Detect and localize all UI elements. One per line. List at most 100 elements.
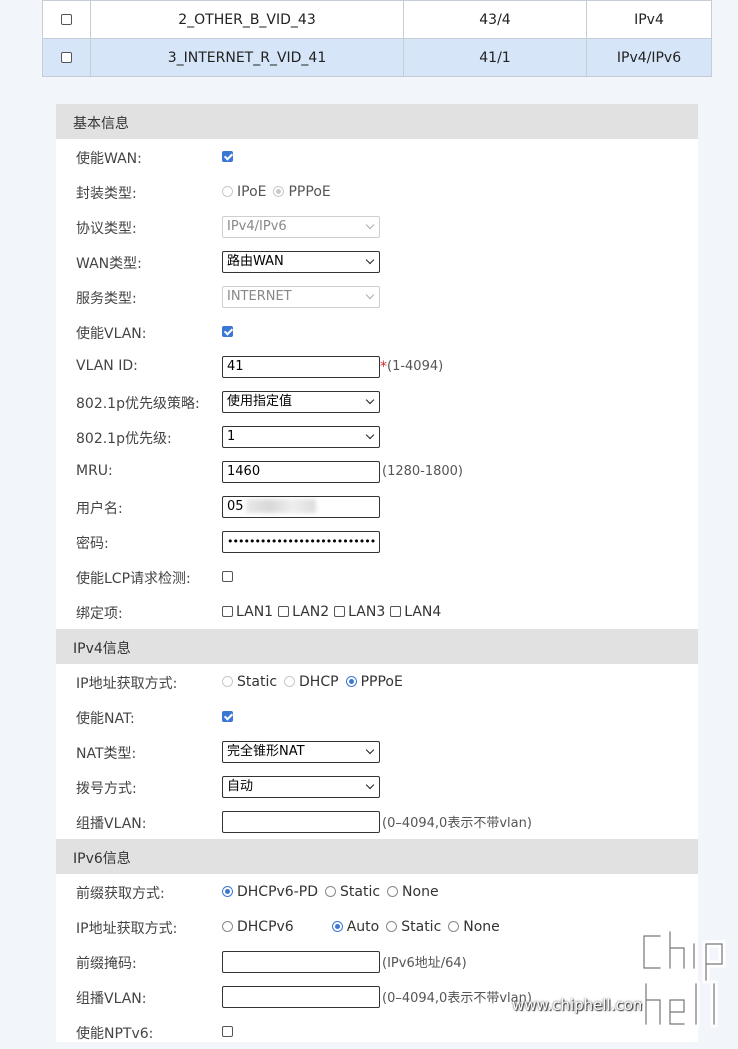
row-checkbox[interactable]	[61, 52, 72, 63]
section-title: IPv6信息	[73, 851, 131, 867]
dial-mode-select[interactable]: 自动	[222, 775, 380, 798]
row-checkbox-cell[interactable]	[42, 38, 91, 77]
password-input[interactable]: •••••••••••••••••••••••••••	[222, 530, 380, 553]
field-label: IP地址获取方式:	[76, 921, 178, 937]
radio-icon	[331, 921, 343, 932]
row-enable-nat: 使能NAT:	[56, 699, 698, 734]
radio-label: Static	[237, 673, 278, 690]
table-row[interactable]: 3_INTERNET_R_VID_41 41/1 IPv4/IPv6	[42, 38, 712, 77]
row-nptv6: 使能NPTv6:	[56, 1014, 698, 1049]
radio-icon	[345, 676, 357, 687]
prefix-mask-input[interactable]	[222, 950, 380, 973]
row-protocol: 协议类型: IPv4/IPv6	[56, 209, 698, 244]
field-label: 用户名:	[76, 501, 123, 517]
row-dial: 拨号方式: 自动	[56, 769, 698, 804]
row-checkbox-cell[interactable]	[42, 0, 91, 39]
row-service: 服务类型: INTERNET	[56, 279, 698, 314]
prefix-none-radio[interactable]: None	[387, 884, 439, 900]
mvlan-hint: (0–4094,0表示不带vlan)	[382, 816, 532, 831]
field-label: 使能NAT:	[76, 711, 135, 727]
checkbox-icon	[390, 606, 402, 617]
ipv4-static-radio[interactable]: Static	[222, 674, 277, 690]
bind-lan3[interactable]: LAN3	[334, 604, 385, 620]
field-label: WAN类型:	[76, 256, 142, 272]
wan-type-select[interactable]: 路由WAN	[222, 250, 380, 273]
field-label: 使能VLAN:	[76, 326, 147, 342]
prefix-mask-hint: (IPv6地址/64)	[382, 956, 467, 971]
section-ipv4: IPv4信息	[56, 629, 698, 664]
nptv6-checkbox[interactable]	[222, 1026, 233, 1037]
enable-wan-checkbox[interactable]	[222, 151, 233, 162]
required-mark: *	[380, 358, 387, 375]
row-nat-type: NAT类型: 完全锥形NAT	[56, 734, 698, 769]
vlan-id-input[interactable]: 41	[222, 355, 380, 378]
wan-config-panel: 基本信息 使能WAN: 封装类型: IPoE PPPoE 协议类型: IPv4/…	[56, 104, 698, 1042]
radio-icon	[222, 676, 233, 687]
checkbox-label: LAN2	[292, 603, 330, 620]
table-row[interactable]: 2_OTHER_B_VID_43 43/4 IPv4	[42, 0, 712, 39]
nat-type-select[interactable]: 完全锥形NAT	[222, 740, 380, 763]
ipv4-multicast-vlan-input[interactable]	[222, 810, 380, 833]
prefix-dhcpv6pd-radio[interactable]: DHCPv6-PD	[222, 884, 318, 900]
ipv6-auto-radio[interactable]: Auto	[331, 918, 380, 935]
radio-label: Auto	[346, 918, 380, 935]
ipv6-none-radio[interactable]: None	[448, 919, 500, 935]
section-title: IPv4信息	[73, 641, 131, 657]
enable-nat-checkbox[interactable]	[222, 711, 233, 722]
radio-label: None	[402, 883, 439, 900]
field-label: 封装类型:	[76, 186, 137, 202]
wan-name: 2_OTHER_B_VID_43	[90, 0, 404, 39]
row-username: 用户名: 05	[56, 489, 698, 524]
field-label: 前缀获取方式:	[76, 886, 165, 902]
priority-policy-select[interactable]: 使用指定值	[222, 390, 380, 413]
row-8021p: 802.1p优先级: 1	[56, 419, 698, 454]
bind-lan4[interactable]: LAN4	[390, 604, 441, 620]
radio-label: PPPoE	[288, 183, 331, 200]
ipv4-dhcp-radio[interactable]: DHCP	[284, 674, 339, 690]
enable-vlan-checkbox[interactable]	[222, 326, 233, 337]
row-ipv4-mvlan: 组播VLAN: (0–4094,0表示不带vlan)	[56, 804, 698, 839]
service-select[interactable]: INTERNET	[222, 285, 380, 308]
radio-label: None	[463, 918, 500, 935]
protocol-select[interactable]: IPv4/IPv6	[222, 215, 380, 238]
radio-icon	[387, 886, 399, 897]
ipv4-pppoe-radio[interactable]: PPPoE	[345, 674, 403, 690]
radio-label: Static	[401, 918, 442, 935]
encap-pppoe-radio[interactable]: PPPoE	[273, 183, 331, 200]
mru-input[interactable]: 1460	[222, 460, 380, 483]
encap-ipoe-radio[interactable]: IPoE	[222, 184, 266, 200]
field-label: 使能LCP请求检测:	[76, 571, 191, 587]
field-label: 拨号方式:	[76, 781, 137, 797]
row-enable-vlan: 使能VLAN:	[56, 314, 698, 349]
checkbox-icon	[334, 606, 346, 617]
row-lcp: 使能LCP请求检测:	[56, 559, 698, 594]
bind-lan1[interactable]: LAN1	[222, 604, 273, 620]
checkbox-label: LAN1	[236, 603, 274, 620]
field-label: 密码:	[76, 536, 109, 552]
username-input[interactable]: 05	[222, 495, 380, 518]
section-title: 基本信息	[73, 116, 129, 132]
row-checkbox[interactable]	[61, 14, 72, 25]
field-label: 绑定项:	[76, 606, 123, 622]
row-vlan-id: VLAN ID: 41 * (1-4094)	[56, 349, 698, 384]
radio-label: Static	[340, 883, 381, 900]
prefix-static-radio[interactable]: Static	[325, 884, 380, 900]
field-label: 使能WAN:	[76, 151, 142, 167]
row-mru: MRU: 1460 (1280-1800)	[56, 454, 698, 489]
wan-name: 3_INTERNET_R_VID_41	[90, 38, 404, 77]
wan-protocol: IPv4	[586, 0, 712, 39]
ipv6-static-radio[interactable]: Static	[386, 919, 441, 935]
field-label: MRU:	[76, 463, 113, 479]
lcp-checkbox[interactable]	[222, 571, 233, 582]
row-8021p-policy: 802.1p优先级策略: 使用指定值	[56, 384, 698, 419]
checkbox-label: LAN3	[348, 603, 386, 620]
row-prefix-mode: 前缀获取方式: DHCPv6-PD Static None	[56, 874, 698, 909]
ipv6-multicast-vlan-input[interactable]	[222, 985, 380, 1008]
field-label: NAT类型:	[76, 746, 137, 762]
wan-vlan: 41/1	[403, 38, 587, 77]
priority-select[interactable]: 1	[222, 425, 380, 448]
radio-label: DHCPv6-PD	[237, 883, 318, 900]
row-prefix-mask: 前缀掩码: (IPv6地址/64)	[56, 944, 698, 979]
ipv6-dhcpv6-radio[interactable]: DHCPv6	[222, 919, 294, 935]
bind-lan2[interactable]: LAN2	[278, 604, 329, 620]
